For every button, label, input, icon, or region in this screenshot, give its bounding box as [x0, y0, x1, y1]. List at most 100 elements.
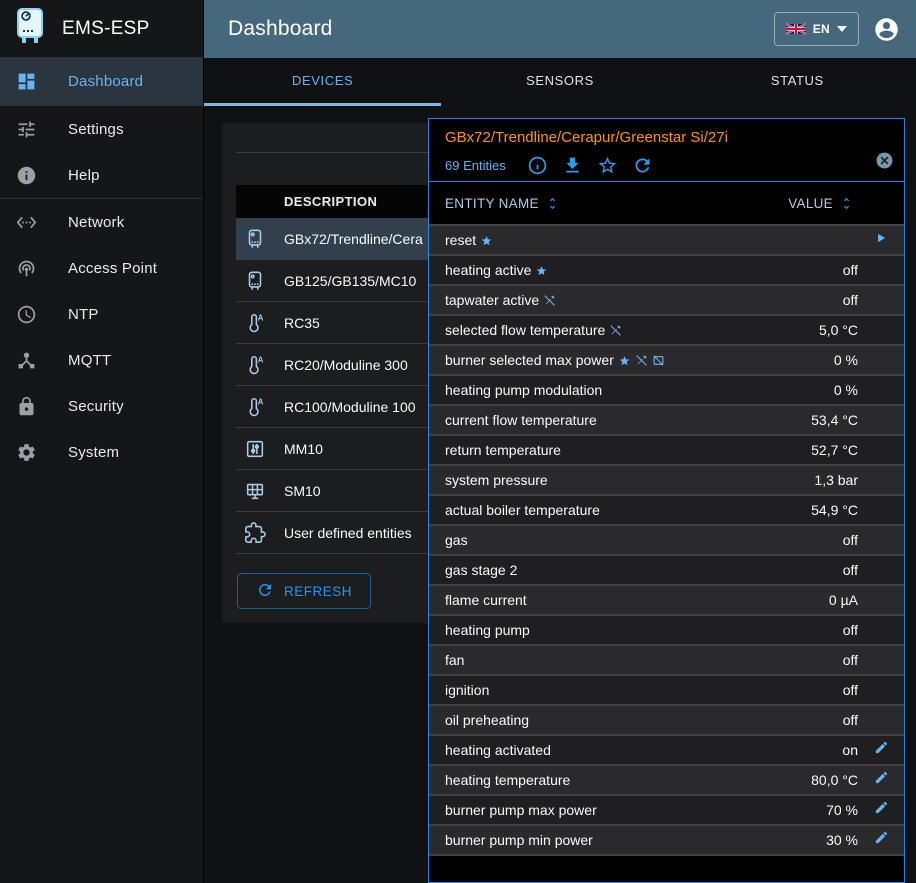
account-icon[interactable] [873, 16, 900, 43]
device-name: GBx72/Trendline/Cera [284, 231, 423, 247]
refresh-button[interactable]: REFRESH [237, 573, 371, 609]
entity-row-return-temperature[interactable]: return temperature52,7 °C [429, 436, 904, 466]
entity-name: burner selected max power [445, 352, 614, 368]
sidebar-item-ntp[interactable]: NTP [0, 291, 203, 337]
entity-row-ignition[interactable]: ignitionoff [429, 676, 904, 706]
entity-name: heating temperature [445, 772, 570, 788]
device-name: RC20/Moduline 300 [284, 357, 408, 373]
tab-label: SENSORS [526, 73, 594, 88]
entity-row-heating-pump[interactable]: heating pump off [429, 616, 904, 646]
entity-row-burner-selected-max-power[interactable]: burner selected max power0 % [429, 346, 904, 376]
edit-off-icon [609, 324, 622, 337]
entity-row-burner-pump-min-power[interactable]: burner pump min power30 % [429, 826, 904, 856]
refresh-icon [256, 581, 274, 602]
sidebar-item-label: Settings [68, 121, 124, 138]
entity-row-oil-preheating[interactable]: oil preheatingoff [429, 706, 904, 736]
entity-value: off [843, 682, 858, 698]
sidebar-item-access-point[interactable]: Access Point [0, 245, 203, 291]
entity-row-gas-stage-2[interactable]: gas stage 2off [429, 556, 904, 586]
dialog-header: GBx72/Trendline/Cerapur/Greenstar Si/27i… [429, 119, 904, 182]
entity-row-actual-boiler-temperature[interactable]: actual boiler temperature54,9 °C [429, 496, 904, 526]
sidebar-item-label: Security [68, 398, 124, 415]
entity-row-tapwater-active[interactable]: tapwater activeoff [429, 286, 904, 316]
tab-devices[interactable]: DEVICES [204, 58, 441, 106]
entity-row-system-pressure[interactable]: system pressure1,3 bar [429, 466, 904, 496]
page-title: Dashboard [228, 17, 333, 41]
entity-value: off [843, 622, 858, 638]
uk-flag-icon [786, 23, 806, 35]
refresh-icon[interactable] [632, 155, 653, 176]
system-icon [14, 440, 38, 464]
device-name: RC100/Moduline 100 [284, 399, 416, 415]
tab-sensors[interactable]: SENSORS [441, 58, 678, 106]
sidebar-item-label: Network [68, 214, 124, 231]
device-name: User defined entities [284, 525, 412, 541]
thermostat-icon: A [243, 311, 267, 335]
entity-row-heating-pump-modulation[interactable]: heating pump modulation0 % [429, 376, 904, 406]
entity-value: off [843, 652, 858, 668]
sidebar-item-help[interactable]: Help [0, 152, 203, 198]
network-icon [14, 210, 38, 234]
entity-name: current flow temperature [445, 412, 597, 428]
edit-off-icon [635, 354, 648, 367]
sidebar-item-network[interactable]: Network [0, 199, 203, 245]
sidebar-item-label: Help [68, 167, 100, 184]
entity-name: heating activated [445, 742, 551, 758]
run-command-icon[interactable] [874, 231, 888, 250]
entity-row-current-flow-temperature[interactable]: current flow temperature53,4 °C [429, 406, 904, 436]
boiler-icon [243, 227, 267, 251]
entity-value: off [843, 532, 858, 548]
download-icon[interactable] [562, 155, 583, 176]
entity-value: off [843, 262, 858, 278]
edit-value-icon[interactable] [874, 770, 889, 790]
entity-row-flame-current[interactable]: flame current0 µA [429, 586, 904, 616]
entity-value: 54,9 °C [811, 502, 858, 518]
sidebar-item-security[interactable]: Security [0, 383, 203, 429]
entity-name: oil preheating [445, 712, 529, 728]
star-outline-icon[interactable] [597, 155, 618, 176]
entity-row-selected-flow-temperature[interactable]: selected flow temperature5,0 °C [429, 316, 904, 346]
entity-name: gas stage 2 [445, 562, 517, 578]
entity-rows: resetheating activeofftapwater activeoff… [429, 226, 904, 856]
entity-action [858, 231, 904, 250]
entity-name: tapwater active [445, 292, 539, 308]
sort-icon [545, 196, 560, 211]
tab-status[interactable]: STATUS [679, 58, 916, 106]
entity-name: fan [445, 652, 464, 668]
sort-value[interactable]: VALUE [788, 196, 854, 211]
sidebar-item-settings[interactable]: Settings [0, 106, 203, 152]
entity-row-gas[interactable]: gasoff [429, 526, 904, 556]
edit-value-icon[interactable] [874, 830, 889, 850]
sidebar-item-label: MQTT [68, 352, 111, 369]
sidebar-item-dashboard[interactable]: Dashboard [0, 58, 203, 105]
info-icon[interactable] [527, 155, 548, 176]
edit-value-icon[interactable] [874, 740, 889, 760]
topbar-actions: EN [774, 12, 900, 46]
sidebar-item-label: System [68, 444, 119, 461]
content-area: DESCRIPTION GBx72/Trendline/CeraGB125/GB… [204, 106, 916, 883]
close-icon[interactable] [875, 151, 894, 170]
sidebar-item-mqtt[interactable]: MQTT [0, 337, 203, 383]
entity-name: heating pump [445, 622, 530, 638]
entity-row-heating-activated[interactable]: heating activatedon [429, 736, 904, 766]
description-column-label: DESCRIPTION [284, 194, 377, 209]
entity-row-burner-pump-max-power[interactable]: burner pump max power70 % [429, 796, 904, 826]
entity-table-header: ENTITY NAME VALUE [429, 182, 904, 226]
favorite-star-icon [618, 354, 631, 367]
svg-text:A: A [258, 397, 264, 406]
settings-icon [14, 117, 38, 141]
entity-row-fan[interactable]: fan off [429, 646, 904, 676]
value-column-label: VALUE [788, 196, 833, 211]
language-selector[interactable]: EN [774, 12, 859, 46]
entity-action [858, 800, 904, 820]
entity-row-reset[interactable]: reset [429, 226, 904, 256]
entity-row-heating-active[interactable]: heating activeoff [429, 256, 904, 286]
tab-label: STATUS [771, 73, 824, 88]
security-icon [14, 394, 38, 418]
edit-value-icon[interactable] [874, 800, 889, 820]
entity-value: 0 % [834, 382, 858, 398]
entity-row-heating-temperature[interactable]: heating temperature80,0 °C [429, 766, 904, 796]
entity-name: return temperature [445, 442, 561, 458]
sort-entity-name[interactable]: ENTITY NAME [445, 196, 788, 211]
sidebar-item-system[interactable]: System [0, 429, 203, 475]
